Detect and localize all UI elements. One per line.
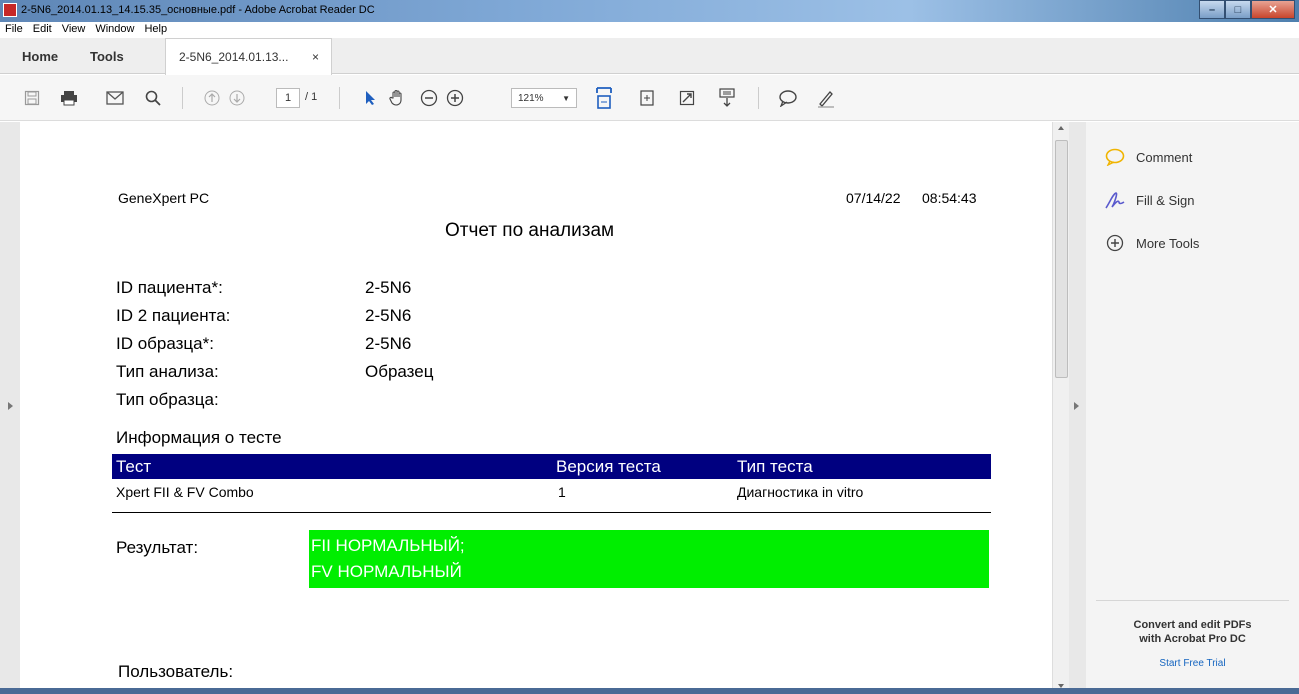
- search-icon[interactable]: [141, 86, 165, 110]
- scrollbar-thumb[interactable]: [1055, 140, 1068, 378]
- tab-bar: Home Tools 2-5N6_2014.01.13... ×: [0, 38, 1299, 75]
- save-icon[interactable]: [20, 86, 44, 110]
- table-header-type: Тип теста: [737, 457, 813, 476]
- start-free-trial-link[interactable]: Start Free Trial: [1086, 658, 1299, 669]
- table-header-version: Версия теста: [556, 457, 661, 476]
- user-label: Пользователь:: [118, 662, 234, 681]
- field-label-analysis-type: Тип анализа:: [116, 362, 219, 381]
- menu-edit[interactable]: Edit: [28, 22, 57, 38]
- tool-more-tools-label: More Tools: [1136, 235, 1200, 251]
- zoom-value: 121%: [518, 92, 544, 104]
- expand-left-panel-icon[interactable]: [8, 402, 13, 410]
- test-info-heading: Информация о тесте: [116, 428, 282, 447]
- plus-circle-icon: [1104, 232, 1126, 254]
- result-line-2: FV НОРМАЛЬНЫЙ: [311, 562, 462, 581]
- result-label: Результат:: [116, 538, 199, 557]
- zoom-select[interactable]: 121% ▼: [511, 88, 577, 108]
- zoom-out-icon[interactable]: [417, 86, 441, 110]
- reading-mode-icon[interactable]: [715, 86, 739, 110]
- field-value-analysis-type: Образец: [365, 362, 434, 381]
- page-total: / 1: [305, 91, 318, 103]
- window-controls: – □ ✕: [1199, 0, 1295, 19]
- table-bottom-rule: [112, 512, 991, 513]
- field-value-patient-id: 2-5N6: [365, 278, 412, 297]
- promo-line-1: Convert and edit PDFs: [1133, 619, 1252, 631]
- field-label-patient-id: ID пациента*:: [116, 278, 223, 297]
- rotate-view-icon[interactable]: [635, 86, 659, 110]
- tool-comment[interactable]: Comment: [1104, 146, 1192, 168]
- previous-page-icon[interactable]: [200, 86, 224, 110]
- table-cell-test: Xpert FII & FV Combo: [116, 484, 254, 500]
- promo-line-2: with Acrobat Pro DC: [1139, 633, 1246, 645]
- tab-document-label: 2-5N6_2014.01.13...: [179, 50, 289, 64]
- menu-help[interactable]: Help: [139, 22, 172, 38]
- fit-page-icon[interactable]: [592, 86, 616, 110]
- menu-view[interactable]: View: [57, 22, 91, 38]
- window-title: 2-5N6_2014.01.13_14.15.35_основные.pdf -…: [21, 4, 375, 16]
- field-label-sample-id: ID образца*:: [116, 334, 214, 353]
- collapse-right-panel-icon[interactable]: [1074, 402, 1079, 410]
- field-label-sample-type: Тип образца:: [116, 390, 219, 409]
- table-cell-type: Диагностика in vitro: [737, 484, 864, 500]
- tool-comment-label: Comment: [1136, 149, 1193, 165]
- report-header-source: GeneXpert PC: [118, 190, 210, 206]
- result-line-1: FII НОРМАЛЬНЫЙ;: [311, 536, 465, 555]
- tab-tools[interactable]: Tools: [90, 38, 124, 74]
- comment-bubble-icon: [1104, 146, 1126, 168]
- comment-icon[interactable]: [776, 86, 800, 110]
- print-icon[interactable]: [57, 86, 81, 110]
- toolbar: 1 / 1 121% ▼: [0, 75, 1299, 121]
- test-table-header: [112, 454, 991, 479]
- title-bar: 2-5N6_2014.01.13_14.15.35_основные.pdf -…: [0, 0, 1299, 22]
- page-number-input[interactable]: 1: [276, 88, 300, 108]
- promo-divider: [1096, 600, 1289, 601]
- report-time: 08:54:43: [922, 190, 977, 206]
- close-tab-icon[interactable]: ×: [312, 50, 319, 64]
- chevron-down-icon: ▼: [562, 93, 570, 103]
- toolbar-divider: [339, 87, 340, 109]
- document-page: GeneXpert PC 07/14/22 08:54:43 Отчет по …: [20, 122, 1052, 694]
- acrobat-app-icon: [3, 3, 17, 17]
- tab-document[interactable]: 2-5N6_2014.01.13... ×: [165, 38, 332, 75]
- email-icon[interactable]: [103, 86, 127, 110]
- taskbar: [0, 688, 1299, 694]
- maximize-button[interactable]: □: [1225, 0, 1251, 19]
- next-page-icon[interactable]: [225, 86, 249, 110]
- toolbar-divider: [182, 87, 183, 109]
- tool-more-tools[interactable]: More Tools: [1104, 232, 1199, 254]
- table-header-test: Тест: [116, 457, 152, 476]
- highlight-pen-icon[interactable]: [814, 86, 838, 110]
- full-screen-icon[interactable]: [675, 86, 699, 110]
- right-panel-toggle[interactable]: [1069, 122, 1086, 694]
- minimize-button[interactable]: –: [1199, 0, 1225, 19]
- menu-window[interactable]: Window: [90, 22, 139, 38]
- close-window-button[interactable]: ✕: [1251, 0, 1295, 19]
- tool-fill-sign[interactable]: Fill & Sign: [1104, 189, 1195, 211]
- tool-fill-sign-label: Fill & Sign: [1136, 192, 1195, 208]
- zoom-in-icon[interactable]: [443, 86, 467, 110]
- tools-pane: Comment Fill & Sign More Tools Convert a…: [1086, 122, 1299, 694]
- field-value-sample-id: 2-5N6: [365, 334, 412, 353]
- left-panel-toggle[interactable]: [0, 122, 20, 694]
- field-label-patient-id-2: ID 2 пациента:: [116, 306, 231, 325]
- vertical-scrollbar[interactable]: [1052, 122, 1069, 694]
- field-value-patient-id-2: 2-5N6: [365, 306, 412, 325]
- tab-home[interactable]: Home: [22, 38, 58, 74]
- menu-file[interactable]: File: [0, 22, 28, 38]
- scroll-up-icon[interactable]: [1058, 126, 1064, 130]
- menu-bar: File Edit View Window Help: [0, 22, 1299, 38]
- select-cursor-icon[interactable]: [358, 86, 382, 110]
- report-date: 07/14/22: [846, 190, 901, 206]
- fill-sign-icon: [1104, 189, 1126, 211]
- hand-tool-icon[interactable]: [385, 86, 409, 110]
- report-title: Отчет по анализам: [445, 220, 615, 241]
- table-cell-version: 1: [558, 484, 566, 500]
- toolbar-divider: [758, 87, 759, 109]
